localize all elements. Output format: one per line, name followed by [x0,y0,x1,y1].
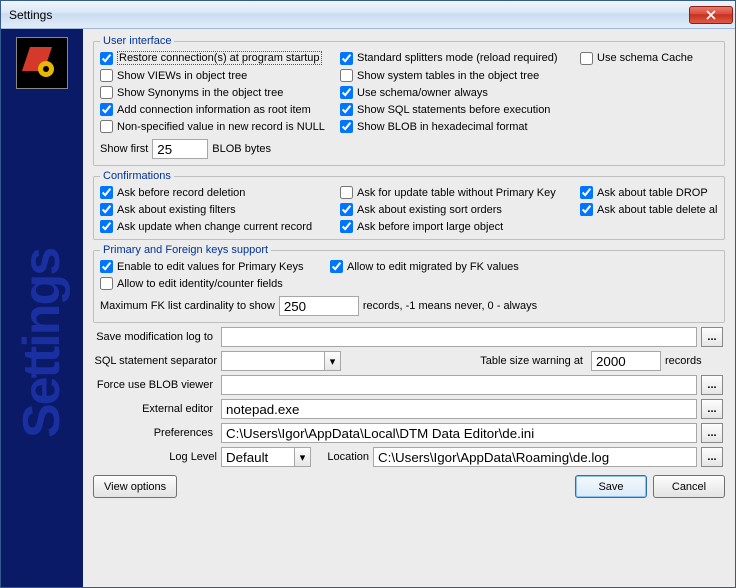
group-pkfk: Primary and Foreign keys support Enable … [93,244,725,323]
row-prefs: Preferences ... [93,423,725,443]
save-log-label: Save modification log to [93,331,217,343]
sql-sep-label: SQL statement separator [93,355,217,367]
chk-show-synonyms[interactable]: Show Synonyms in the object tree [100,86,340,99]
chk-show-blob-hex[interactable]: Show BLOB in hexadecimal format [340,120,580,133]
save-log-browse[interactable]: ... [701,327,723,347]
group-pkfk-legend: Primary and Foreign keys support [100,244,271,256]
force-blob-input[interactable] [221,375,697,395]
bottom-bar: View options Save Cancel [93,471,725,498]
group-confirmations: Confirmations Ask before record deletion… [93,170,725,240]
chk-standard-splitters[interactable]: Standard splitters mode (reload required… [340,51,580,65]
chk-ask-import-lob[interactable]: Ask before import large object [340,220,580,233]
log-level-label: Log Level [93,451,217,463]
chk-show-sql-before[interactable]: Show SQL statements before execution [340,103,580,116]
force-blob-label: Force use BLOB viewer [93,379,217,391]
row-save-log: Save modification log to ... [93,327,725,347]
location-browse[interactable]: ... [701,447,723,467]
chk-ask-filters[interactable]: Ask about existing filters [100,203,340,216]
sql-sep-combo[interactable]: ▾ [221,351,341,371]
view-options-button[interactable]: View options [93,475,177,498]
table-warn-label: Table size warning at [345,355,587,367]
chk-show-views[interactable]: Show VIEWs in object tree [100,69,340,82]
chk-ask-delete-all[interactable]: Ask about table delete all [580,203,718,216]
chk-ask-update-nopk[interactable]: Ask for update table without Primary Key [340,186,580,199]
save-log-input[interactable] [221,327,697,347]
chk-edit-pk[interactable]: Enable to edit values for Primary Keys [100,260,330,273]
chk-edit-identity[interactable]: Allow to edit identity/counter fields [100,277,330,290]
prefs-browse[interactable]: ... [701,423,723,443]
sidebar-title: Settings [12,99,72,587]
close-icon [706,10,716,20]
sql-sep-input[interactable] [221,351,341,371]
app-logo-icon [22,43,62,83]
settings-window: Settings Settings User interface [0,0,736,588]
max-fk-input[interactable] [279,296,359,316]
table-warn-suffix: records [665,355,725,367]
group-ui-legend: User interface [100,35,174,47]
max-fk-suffix: records, -1 means never, 0 - always [363,300,537,312]
chk-ask-update-change[interactable]: Ask update when change current record [100,220,340,233]
close-button[interactable] [689,6,733,24]
row-ext-editor: External editor ... [93,399,725,419]
chk-ask-drop[interactable]: Ask about table DROP [580,186,718,199]
location-input[interactable] [373,447,697,467]
body: Settings User interface Restore connecti… [1,29,735,587]
log-level-input[interactable] [221,447,311,467]
chk-ask-delete[interactable]: Ask before record deletion [100,186,340,199]
group-confirm-legend: Confirmations [100,170,174,182]
max-fk-label: Maximum FK list cardinality to show [100,300,275,312]
main-panel: User interface Restore connection(s) at … [83,29,735,587]
log-level-combo[interactable]: ▾ [221,447,311,467]
row-sql-sep: SQL statement separator ▾ Table size war… [93,351,725,371]
ext-editor-input[interactable] [221,399,697,419]
row-force-blob: Force use BLOB viewer ... [93,375,725,395]
chk-allow-migrated[interactable]: Allow to edit migrated by FK values [330,260,718,273]
blob-bytes-label: BLOB bytes [212,143,271,155]
table-warn-input[interactable] [591,351,661,371]
chk-show-system[interactable]: Show system tables in the object tree [340,69,580,82]
prefs-input[interactable] [221,423,697,443]
row-log: Log Level ▾ Location ... [93,447,725,467]
save-button[interactable]: Save [575,475,647,498]
show-first-label: Show first [100,143,148,155]
prefs-label: Preferences [93,427,217,439]
chk-use-schema-owner[interactable]: Use schema/owner always [340,86,580,99]
titlebar[interactable]: Settings [1,1,735,29]
sidebar: Settings [1,29,83,587]
chk-add-conn-info[interactable]: Add connection information as root item [100,103,340,116]
chk-use-schema-cache[interactable]: Use schema Cache [580,51,718,65]
ext-editor-browse[interactable]: ... [701,399,723,419]
location-label: Location [315,451,369,463]
chk-restore-conn[interactable]: Restore connection(s) at program startup [100,51,340,65]
show-first-input[interactable] [152,139,208,159]
chk-nonspec-null[interactable]: Non-specified value in new record is NUL… [100,120,340,133]
group-user-interface: User interface Restore connection(s) at … [93,35,725,166]
cancel-button[interactable]: Cancel [653,475,725,498]
ext-editor-label: External editor [93,403,217,415]
force-blob-browse[interactable]: ... [701,375,723,395]
window-title: Settings [9,8,689,22]
app-logo [16,37,68,89]
chk-ask-sort[interactable]: Ask about existing sort orders [340,203,580,216]
